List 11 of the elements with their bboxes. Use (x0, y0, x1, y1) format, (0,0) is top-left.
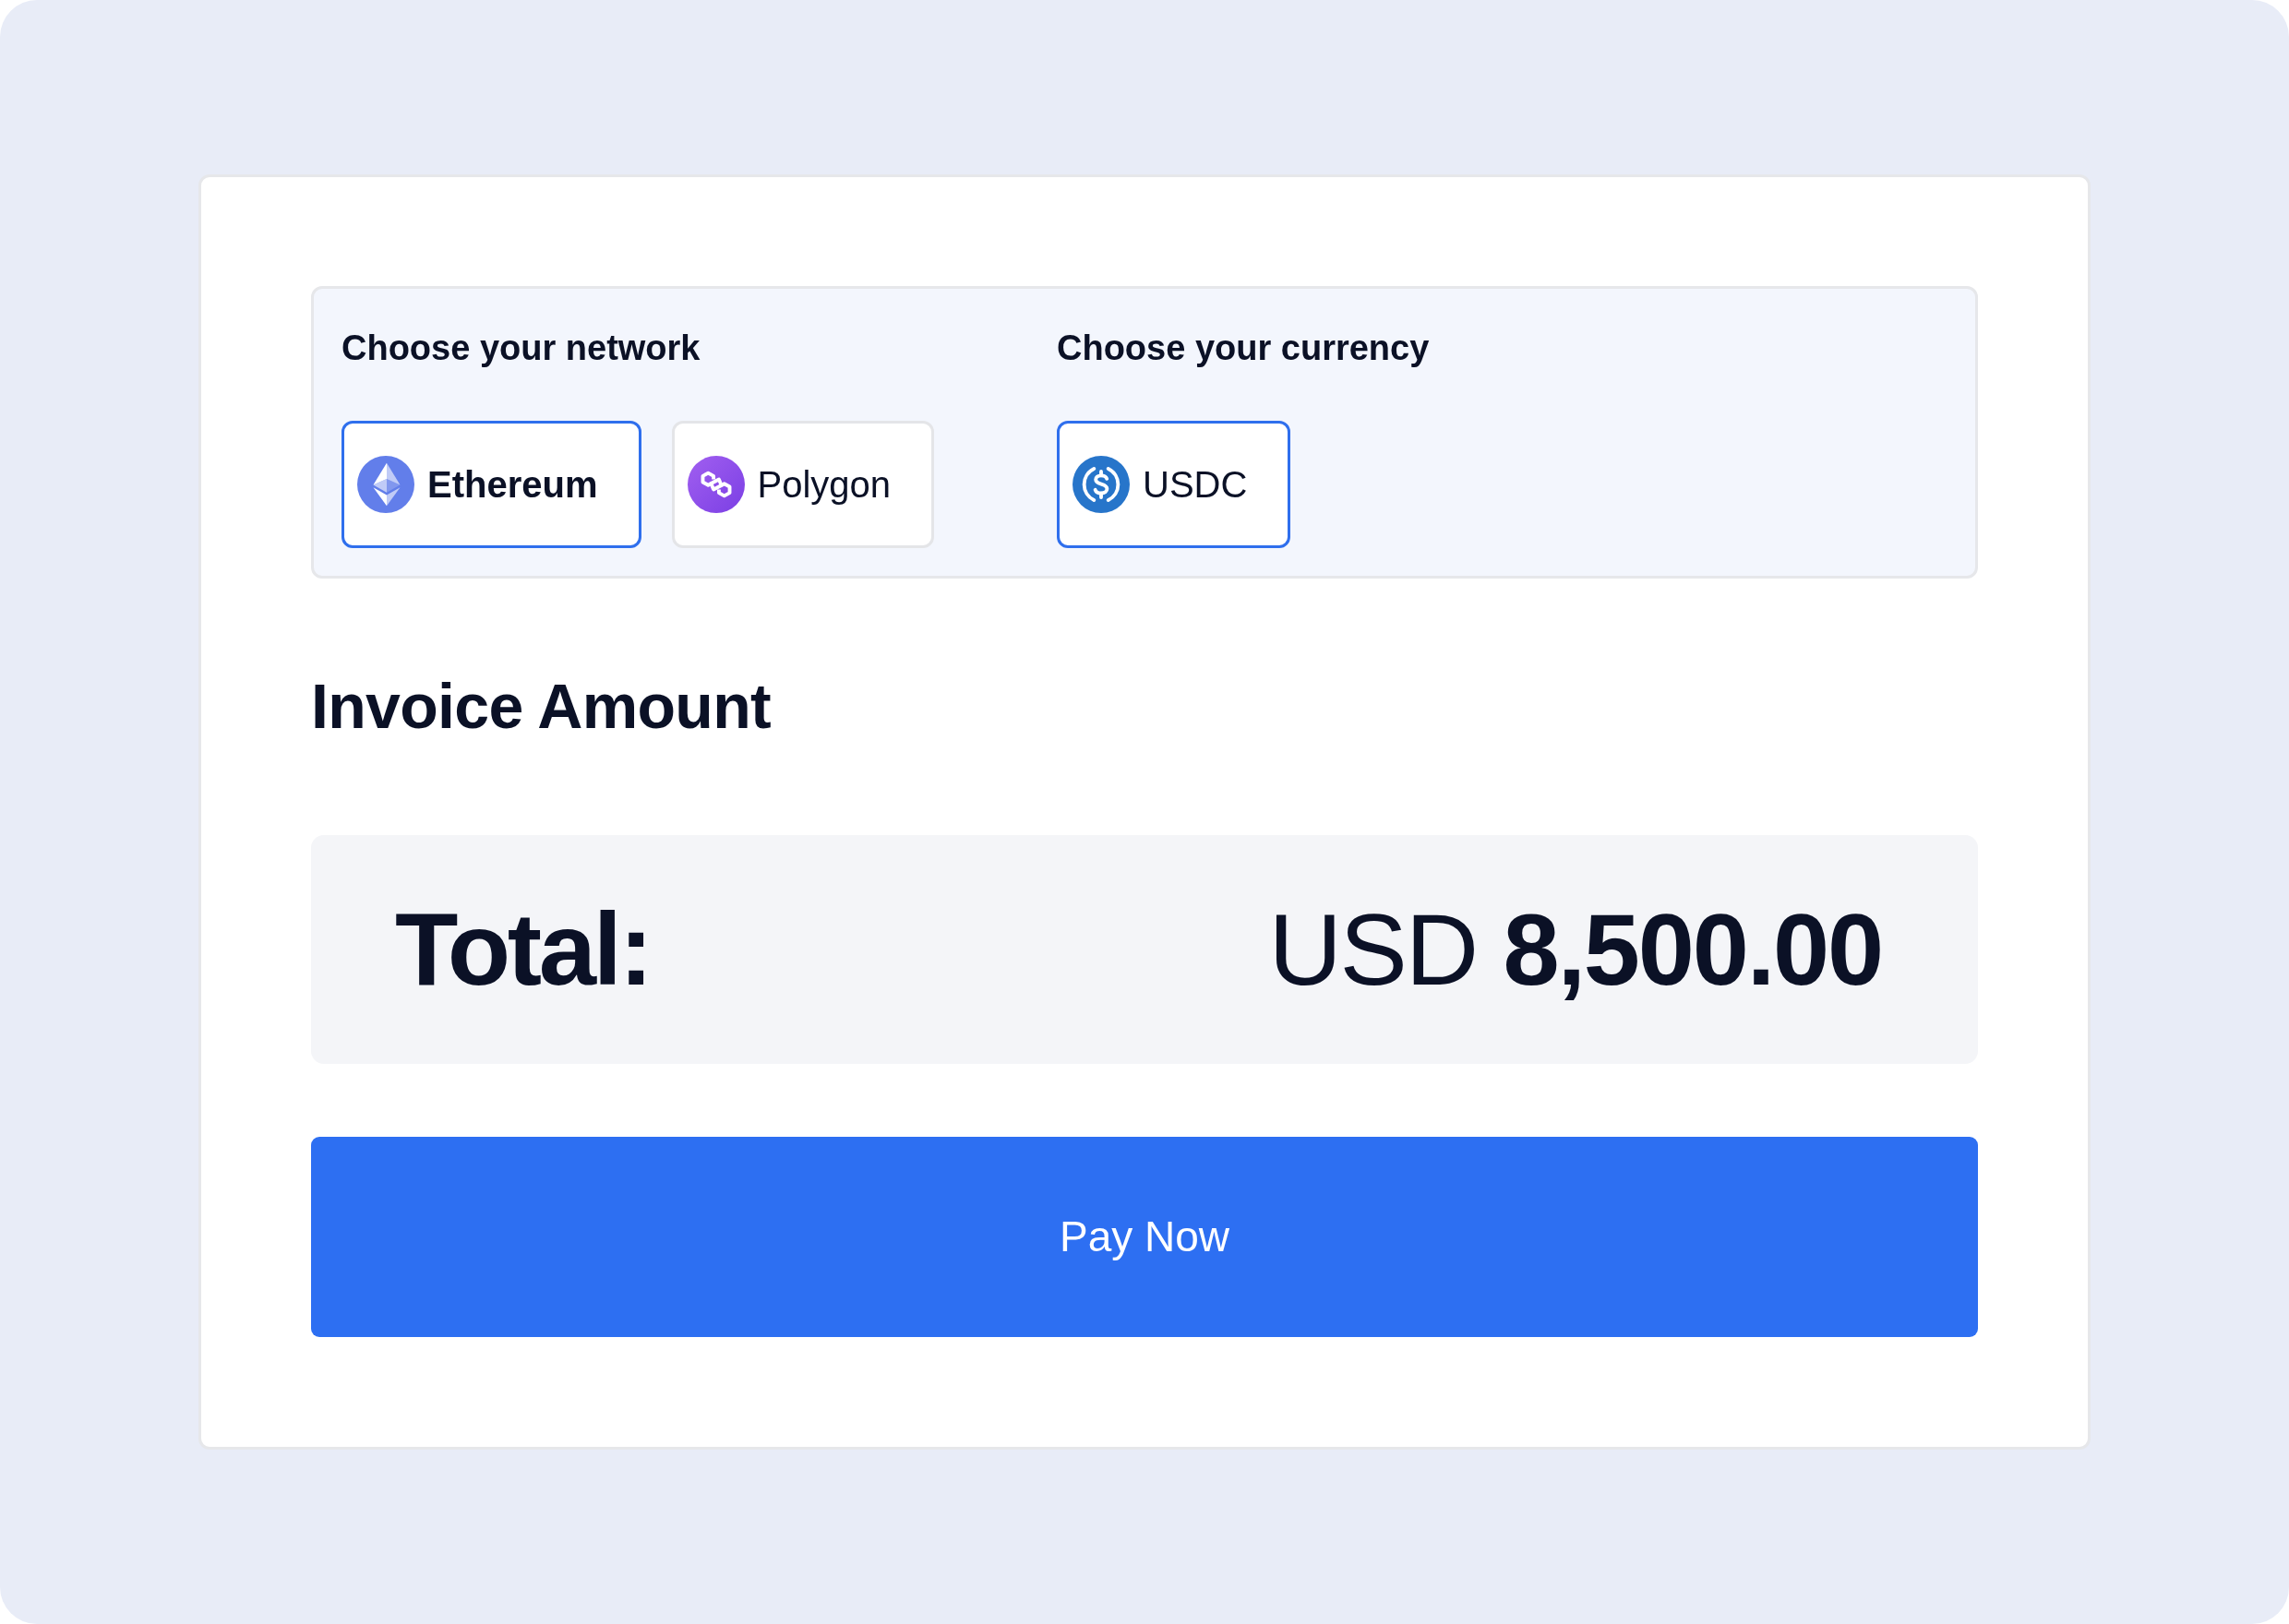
total-label: Total: (395, 898, 651, 1001)
dollar-coin-icon (1073, 456, 1130, 513)
option-button[interactable]: Ethereum (342, 421, 641, 548)
section-heading: Choose your currency (1057, 328, 1430, 369)
linked-hexagons-icon (687, 456, 745, 513)
pay-now-button[interactable]: Pay Now (311, 1137, 1978, 1337)
option-button[interactable]: Polygon (671, 421, 935, 548)
section-heading: Choose your network (342, 328, 701, 369)
total-amount: USD 8,500.00 (1268, 899, 1882, 1000)
invoice-title: Invoice Amount (311, 675, 771, 737)
option-button[interactable]: USDC (1057, 421, 1291, 548)
